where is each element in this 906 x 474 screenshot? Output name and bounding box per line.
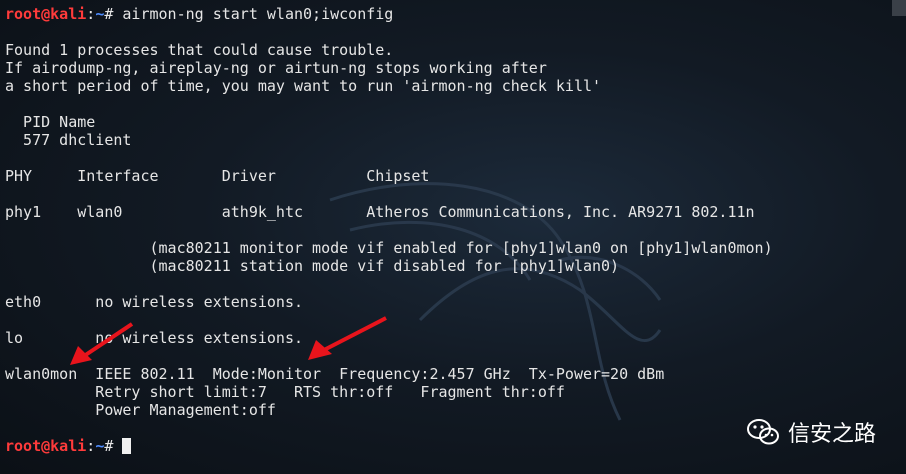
prompt-symbol: # [104, 5, 123, 23]
prompt-user: root@kali [5, 437, 87, 455]
prompt-separator: : [86, 437, 96, 455]
prompt-user: root@kali [5, 5, 87, 23]
output-line: Found 1 processes that could cause troub… [5, 41, 394, 59]
output-line: a short period of time, you may want to … [5, 77, 602, 95]
output-line: wlan0mon IEEE 802.11 Mode:Monitor Freque… [5, 365, 665, 383]
output-line: Retry short limit:7 RTS thr:off Fragment… [5, 383, 565, 401]
prompt-path: ~ [95, 437, 105, 455]
output-line: lo no wireless extensions. [5, 329, 304, 347]
watermark-text: 信安之路 [787, 422, 876, 447]
output-line: PHY Interface Driver Chipset [5, 167, 430, 185]
wechat-watermark: 信安之路 [746, 416, 876, 448]
output-line: (mac80211 monitor mode vif enabled for [… [5, 239, 773, 257]
output-line: PID Name [5, 113, 96, 131]
wechat-icon [746, 419, 779, 445]
command-line: root@kali:~# airmon-ng start wlan0;iwcon… [5, 5, 895, 23]
text-cursor [122, 438, 132, 454]
output-line: phy1 wlan0 ath9k_htc Atheros Communicati… [5, 203, 755, 221]
command-text: airmon-ng start wlan0;iwconfig [122, 5, 394, 23]
output-line: (mac80211 station mode vif disabled for … [5, 257, 620, 275]
terminal-output[interactable]: root@kali:~# airmon-ng start wlan0;iwcon… [5, 5, 895, 455]
prompt-symbol: # [104, 437, 123, 455]
output-line: If airodump-ng, aireplay-ng or airtun-ng… [5, 59, 547, 77]
prompt-separator: : [86, 5, 96, 23]
output-line: eth0 no wireless extensions. [5, 293, 304, 311]
prompt-path: ~ [95, 5, 105, 23]
output-line: 577 dhclient [5, 131, 132, 149]
